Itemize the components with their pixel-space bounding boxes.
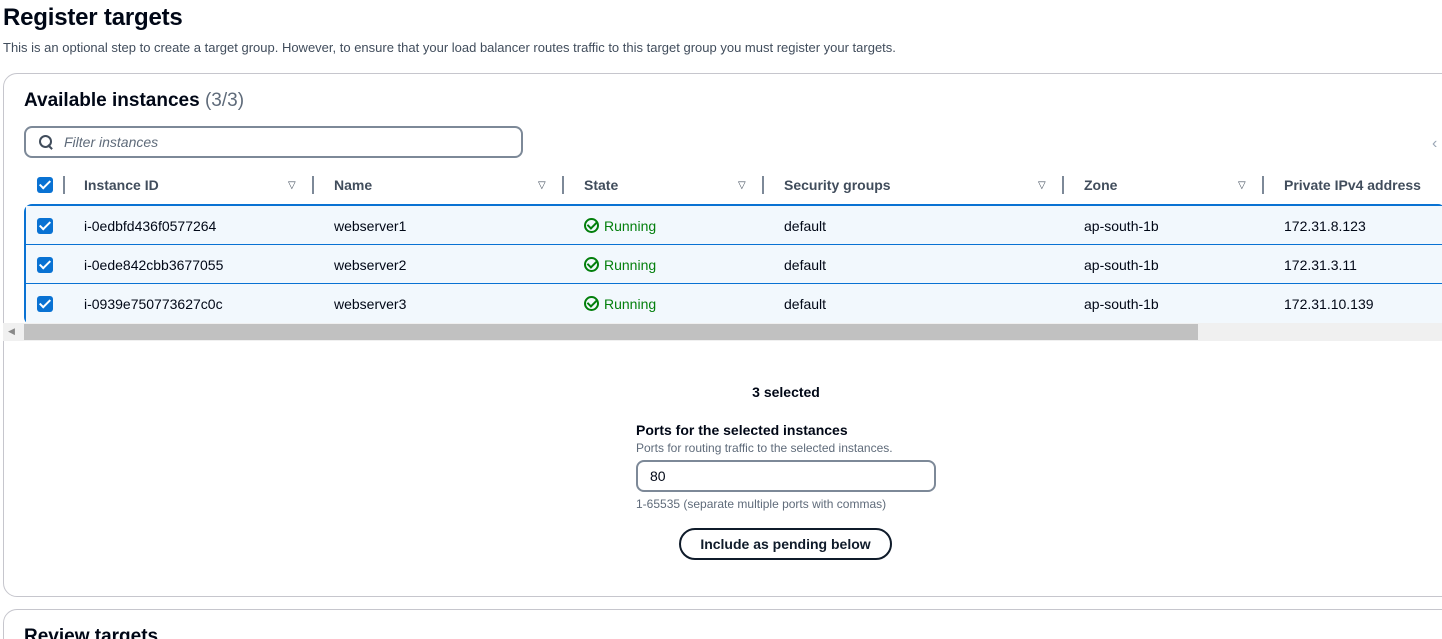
ports-hint: 1-65535 (separate multiple ports with co… xyxy=(636,497,887,511)
column-header-label: Instance ID xyxy=(84,177,159,193)
checkbox-checked-icon[interactable] xyxy=(37,177,53,193)
instance-state-label: Running xyxy=(604,295,657,312)
instance-name: webserver2 xyxy=(334,256,407,273)
status-positive-icon xyxy=(584,296,599,311)
status-positive-icon xyxy=(584,257,599,272)
instance-id: i-0ede842cbb3677055 xyxy=(84,256,224,273)
ports-input[interactable] xyxy=(636,460,936,492)
column-header-name[interactable]: Name ▽ xyxy=(334,170,564,200)
page-title: Register targets xyxy=(3,4,183,31)
checkbox-checked-icon[interactable] xyxy=(37,217,53,234)
column-divider[interactable] xyxy=(762,176,764,194)
sort-caret-icon[interactable]: ▽ xyxy=(1038,180,1046,191)
instance-security-group: default xyxy=(784,256,827,273)
column-divider[interactable] xyxy=(312,176,314,194)
available-instances-header: Available instances (3/3) xyxy=(24,90,244,112)
instance-state-label: Running xyxy=(604,217,657,234)
filter-instances-input[interactable] xyxy=(64,134,464,150)
review-targets-title: Review targets xyxy=(24,626,159,639)
row-checkbox[interactable] xyxy=(37,206,53,245)
instance-state: Running xyxy=(584,245,656,284)
instance-private-ip: 172.31.8.123 xyxy=(1284,217,1366,234)
instance-state: Running xyxy=(584,206,656,245)
available-instances-title: Available instances xyxy=(24,90,200,111)
table-row[interactable]: i-0ede842cbb3677055 webserver2 Running d… xyxy=(26,245,1442,284)
instance-security-group: default xyxy=(784,217,827,234)
select-all-checkbox[interactable] xyxy=(37,170,53,200)
sort-caret-icon[interactable]: ▽ xyxy=(538,180,546,191)
column-header-label: Name xyxy=(334,177,373,193)
instance-zone: ap-south-1b xyxy=(1084,295,1159,312)
review-targets-panel: Review targets xyxy=(3,609,1442,639)
column-divider[interactable] xyxy=(1062,176,1064,194)
table-row[interactable]: i-0edbfd436f0577264 webserver1 Running d… xyxy=(26,206,1442,245)
instance-state-label: Running xyxy=(604,256,657,273)
instance-zone: ap-south-1b xyxy=(1084,256,1159,273)
instance-id: i-0939e750773627c0c xyxy=(84,295,223,312)
status-positive-icon xyxy=(584,218,599,233)
column-divider[interactable] xyxy=(1262,176,1264,194)
instance-name: webserver1 xyxy=(334,217,407,234)
search-icon xyxy=(38,134,54,150)
scrollbar-thumb[interactable] xyxy=(24,324,1198,340)
ports-description: Ports for routing traffic to the selecte… xyxy=(636,441,893,455)
page-description: This is an optional step to create a tar… xyxy=(3,40,896,55)
available-instances-count: (3/3) xyxy=(204,90,245,111)
scroll-left-arrow-icon[interactable]: ◀ xyxy=(8,326,15,337)
column-header-security-groups[interactable]: Security groups ▽ xyxy=(784,170,1064,200)
instance-zone: ap-south-1b xyxy=(1084,217,1159,234)
column-header-label: State xyxy=(584,177,619,193)
column-header-zone[interactable]: Zone ▽ xyxy=(1084,170,1284,200)
column-divider xyxy=(63,176,65,194)
instance-name: webserver3 xyxy=(334,295,407,312)
table-row[interactable]: i-0939e750773627c0c webserver3 Running d… xyxy=(26,284,1442,323)
table-header: Instance ID ▽ Name ▽ State ▽ Security gr… xyxy=(24,170,1442,200)
column-header-label: Private IPv4 address xyxy=(1284,177,1421,193)
column-header-instance-id[interactable]: Instance ID ▽ xyxy=(84,170,314,200)
column-header-label: Zone xyxy=(1084,177,1118,193)
horizontal-scrollbar[interactable]: ◀ xyxy=(3,323,1442,341)
instance-security-group: default xyxy=(784,295,827,312)
column-header-label: Security groups xyxy=(784,177,891,193)
column-divider[interactable] xyxy=(562,176,564,194)
sort-caret-icon[interactable]: ▽ xyxy=(738,180,746,191)
instances-table: Instance ID ▽ Name ▽ State ▽ Security gr… xyxy=(24,170,1442,325)
row-checkbox[interactable] xyxy=(37,284,53,323)
instance-private-ip: 172.31.3.11 xyxy=(1284,256,1357,273)
checkbox-checked-icon[interactable] xyxy=(37,256,53,273)
table-body: i-0edbfd436f0577264 webserver1 Running d… xyxy=(24,204,1442,325)
sort-caret-icon[interactable]: ▽ xyxy=(1238,180,1246,191)
instance-state: Running xyxy=(584,284,656,323)
column-header-private-ipv4[interactable]: Private IPv4 address xyxy=(1284,170,1442,200)
ports-label: Ports for the selected instances xyxy=(636,422,848,438)
row-checkbox[interactable] xyxy=(37,245,53,284)
filter-instances-field[interactable] xyxy=(24,126,523,158)
sort-caret-icon[interactable]: ▽ xyxy=(288,180,296,191)
column-header-state[interactable]: State ▽ xyxy=(584,170,814,200)
selected-count: 3 selected xyxy=(752,384,820,400)
checkbox-checked-icon[interactable] xyxy=(37,295,53,312)
chevron-left-icon[interactable]: ‹ xyxy=(1432,135,1437,153)
include-as-pending-button[interactable]: Include as pending below xyxy=(679,528,892,560)
instance-id: i-0edbfd436f0577264 xyxy=(84,217,217,234)
instance-private-ip: 172.31.10.139 xyxy=(1284,295,1374,312)
